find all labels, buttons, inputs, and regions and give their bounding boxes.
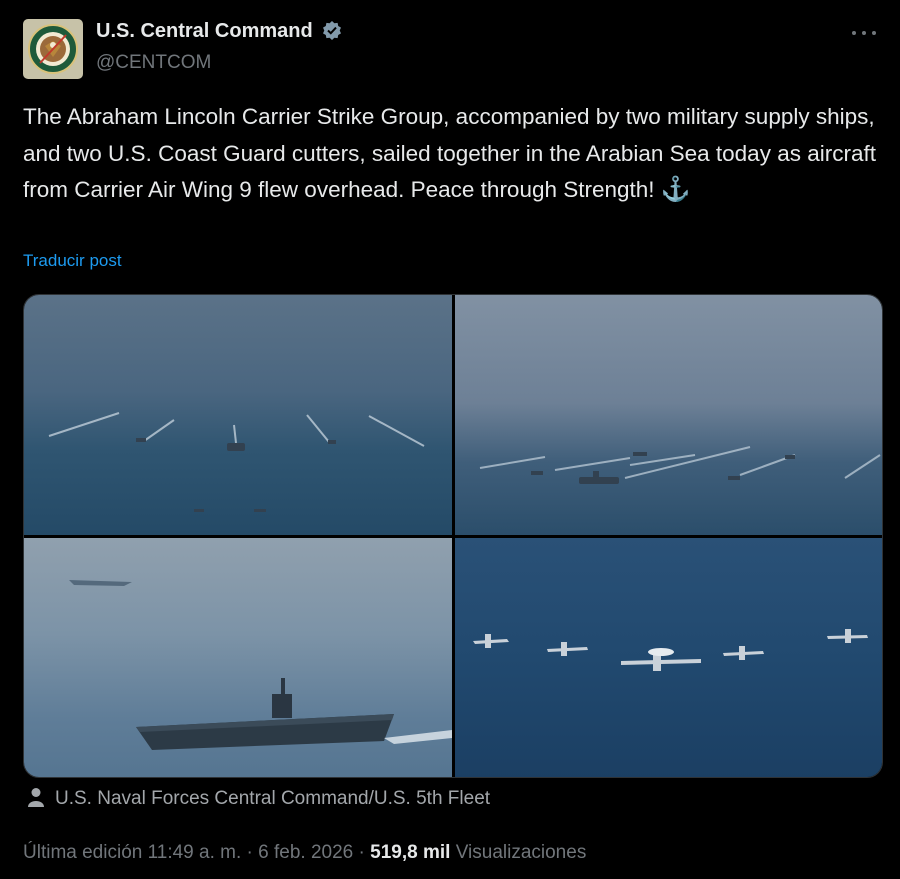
dot-icon [852, 31, 856, 35]
tweet-text: The Abraham Lincoln Carrier Strike Group… [23, 99, 883, 209]
person-icon [28, 788, 44, 807]
media-grid [23, 294, 883, 778]
tweet-date[interactable]: 6 feb. 2026 [258, 842, 353, 863]
media-credit: U.S. Naval Forces Central Command/U.S. 5… [27, 787, 490, 810]
avatar[interactable] [23, 19, 83, 79]
tweet-meta: Última edición 11:49 a. m. · 6 feb. 2026… [23, 842, 586, 864]
photo-aircraft-formation[interactable] [455, 538, 882, 777]
translate-link[interactable]: Traducir post [23, 251, 122, 271]
media-credit-text: U.S. Naval Forces Central Command/U.S. 5… [55, 788, 491, 809]
tweet-body: The Abraham Lincoln Carrier Strike Group… [23, 104, 876, 202]
verified-badge-icon [323, 21, 342, 40]
dot-icon [862, 31, 866, 35]
edited-label[interactable]: Última edición [23, 842, 142, 863]
meta-separator: · [358, 842, 365, 863]
views-label: Visualizaciones [455, 842, 587, 863]
display-name-text: U.S. Central Command [96, 20, 313, 42]
views-count: 519,8 mil [370, 842, 451, 863]
photo-ships-formation-foggy[interactable] [24, 295, 452, 535]
user-handle[interactable]: @CENTCOM [96, 52, 211, 74]
photo-ships-formation-wide[interactable] [455, 295, 882, 535]
tweet-header: U.S. Central Command @CENTCOM [23, 16, 883, 79]
tweet-time[interactable]: 11:49 a. m. [148, 842, 242, 863]
more-options-button[interactable] [849, 22, 883, 44]
photo-aircraft-carrier[interactable] [24, 538, 452, 777]
anchor-emoji: ⚓ [660, 176, 691, 203]
dot-icon [872, 31, 876, 35]
meta-separator: · [246, 842, 253, 863]
centcom-seal-icon [28, 24, 78, 74]
display-name[interactable]: U.S. Central Command [96, 20, 342, 43]
